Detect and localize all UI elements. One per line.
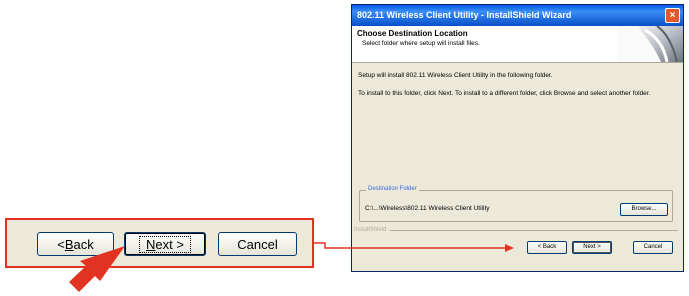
annotation-overlay	[69, 242, 514, 292]
connector-arrow	[314, 242, 514, 252]
pointer-arrow-icon	[69, 246, 125, 292]
